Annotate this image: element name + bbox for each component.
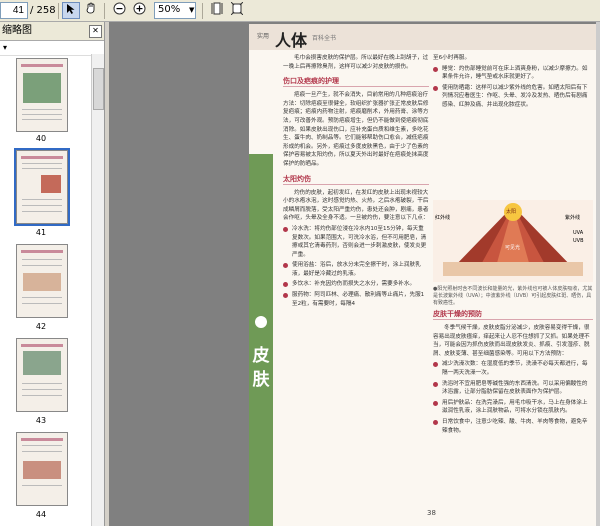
thumbnail-page[interactable] [16,58,68,132]
header-title: 人体 [275,31,308,50]
thumbnail-label: 43 [35,416,47,425]
bullet-item: 洗浴时不宜用肥皂等碱性强的东西清洗。可以采用偏酸性的沐浴露，让部分脂肪保留在皮肤… [433,380,593,397]
thumbnail-label: 40 [35,134,47,143]
fig-label-ir: 红外线 [435,215,451,221]
fig-label-uva: UVA [573,230,584,236]
paragraph: 至6小时再服。 [433,55,471,61]
header-tag: 百科全书 [312,35,337,42]
toolbar: / 258 50% ▼ [0,0,600,22]
page-number: 38 [427,509,436,517]
bullet-item: 减少洗澡次数：在湿度低的季节，洗澡不必每天都进行，每隔一两天洗澡一次。 [433,360,593,377]
paragraph: 灼伤的皮肤，起初发红，在发红的皮肤上出现未视较大小的水疱水泡，这时感觉灼热、火热… [283,189,429,222]
right-column-bottom: 皮肤干燥的预防 冬季气候干燥，皮肤皮脂分泌减少，皮肤容易变得干燥，很容易出现皮肤… [433,304,593,504]
thumbnail-panel: 缩略图 ✕ ▾ 40 41 42 43 44 [0,22,105,526]
toolbar-separator [104,3,105,19]
thumbnail-page[interactable] [16,432,68,506]
thumbnail-panel-header: 缩略图 ✕ [0,22,104,41]
uv-illustration: 太阳 红外线 紫外线 UVA UVB 可见光 [433,200,593,282]
thumbnail-list: 40 41 42 43 44 [0,54,92,526]
paragraph: 疤痕一旦产生，就不会消失，目前常用的几种疤痕治疗方法：切除疤痕至很健全，软组织扩… [283,92,429,167]
section-tab: 皮肤 [249,154,273,526]
thumbnail-page[interactable] [16,338,68,412]
intro-paragraph: 毛巾会损害皮肤的保护层。所以最好在晚上刮胡子，过一晚上后再擦除臭剂，这样可以减少… [283,55,429,70]
section-heading: 皮肤干燥的预防 [433,310,593,320]
panel-splitter[interactable] [105,22,109,526]
hand-tool-icon[interactable] [82,2,100,19]
section-icon [255,316,267,328]
right-column-top: 至6小时再服。 睡觉：灼伤部睡觉前可在床上洒爽身粉，以减少摩擦力。如果条件允许，… [433,54,593,200]
fig-label-visible: 可见光 [505,245,521,251]
bullet-item: 用后护肤品：在洗完澡后，用毛巾吸干水，马上在身体涂上滋润性乳液，涂上润肤物品，可… [433,399,593,416]
thumbnail-label: 41 [35,228,47,237]
document-page: 实用 人体 百科全书 皮肤 毛巾会损害皮肤的保护层。所以最好在晚上刮胡子，过一晚… [249,24,600,526]
bullet-item: 多饮水：补充因灼伤而损失之水分，需要多补水。 [283,280,429,289]
document-scrollbar[interactable] [596,22,600,526]
thumbnail-page-selected[interactable] [14,148,70,226]
toolbar-separator [202,3,203,19]
header-sub: 实用 [257,33,270,40]
bullet-item: 冷水洗：将灼伤部位浸在冷水内10至15分钟，每天重复数次。如果范围大，可洗冷水浴… [283,225,429,259]
chevron-down-icon[interactable]: ▼ [189,6,194,23]
section-heading: 太阳灼伤 [283,175,429,185]
fig-label-uv: 紫外线 [565,215,581,221]
page-header: 实用 人体 百科全书 [249,24,600,50]
fig-label-uvb: UVB [573,238,584,244]
thumbnail-label: 44 [35,510,47,519]
fit-page-icon[interactable] [228,1,246,19]
fig-label-sun: 太阳 [506,209,517,215]
toolbar-separator [58,3,59,19]
paragraph: 冬季气候干燥，皮肤皮脂分泌减少，皮肤容易变得干燥，很容易出现皮肤瘙痒，痒起来让人… [433,325,590,357]
thumbnail-label: 42 [35,322,47,331]
zoom-out-icon[interactable] [110,2,128,19]
zoom-in-icon[interactable] [130,2,148,19]
bullet-item: 使用浴盐：浴后，放水分未完全擦干时，涂上润肤乳液，最好是冷藏过的乳液。 [283,261,429,278]
section-heading: 伤口及疤痕的护理 [283,77,429,88]
left-column: 毛巾会损害皮肤的保护层。所以最好在晚上刮胡子，过一晚上后再擦除臭剂，这样可以减少… [283,54,429,310]
page-number-input[interactable] [0,2,28,19]
bullet-item: 服药物：阿司匹林、必理痛、散利痛等止痛片，先服1至2粒，有需要时，每隔4 [283,291,429,308]
scrollbar-thumb[interactable] [93,68,104,110]
close-icon[interactable]: ✕ [89,25,102,38]
thumbnail-panel-title: 缩略图 [2,25,32,36]
section-label: 皮肤 [252,346,270,390]
select-tool-icon[interactable] [62,2,80,19]
thumbnail-scrollbar[interactable] [91,54,104,526]
fit-width-icon[interactable] [208,2,226,19]
page-total: / 258 [30,5,56,16]
bullet-item: 使用防晒霜：这样可以减少紫外线的危害。如晒太阳后有下列情况应看医生：作呕、头晕、… [433,84,593,110]
bullet-item: 睡觉：灼伤部睡觉前可在床上洒爽身粉，以减少摩擦力。如果条件允许，睡气垫或水床就更… [433,65,593,82]
bullet-item: 日常饮食中，注意少吃辣、酸、牛肉、羊肉等食物，避免辛辣食物。 [433,418,593,435]
thumbnail-page[interactable] [16,244,68,318]
